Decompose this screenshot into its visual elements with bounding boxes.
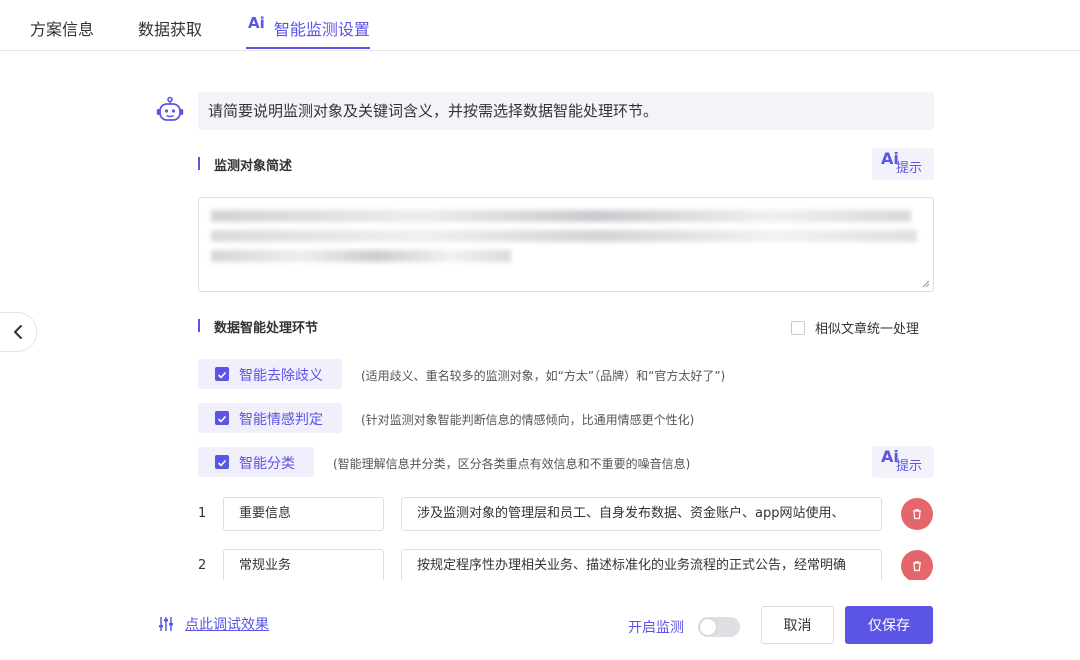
section-title-object: 监测对象简述 <box>214 159 293 174</box>
similar-articles-checkbox[interactable]: 相似文章统一处理 <box>791 318 919 337</box>
check-icon <box>217 371 227 379</box>
option-label: 智能去除歧义 <box>239 368 323 384</box>
resize-grip-icon[interactable] <box>922 280 930 288</box>
option-description: (适用歧义、重名较多的监测对象，如“方太”（品牌）和“官方太好了”) <box>361 369 726 383</box>
tab-plan-info[interactable]: 方案信息 <box>30 16 94 40</box>
category-desc-input[interactable]: 涉及监测对象的管理层和员工、自身发布数据、资金账户、app网站使用、 <box>401 497 882 531</box>
option-disambiguation[interactable]: 智能去除歧义 <box>198 359 342 389</box>
trash-icon <box>913 561 921 572</box>
monitor-label: 开启监测 <box>628 620 684 636</box>
delete-category-button[interactable] <box>901 498 933 530</box>
hint-label: 提示 <box>896 161 923 176</box>
category-name-input[interactable]: 重要信息 <box>223 497 384 531</box>
sliders-icon <box>159 617 173 631</box>
ai-hint-button[interactable]: Ai 提示 <box>872 446 934 478</box>
check-icon <box>217 415 227 423</box>
tab-label: 智能监测设置 <box>273 20 370 39</box>
section-marker <box>198 157 200 170</box>
ai-hint-button[interactable]: Ai 提示 <box>872 148 934 180</box>
tab-data-acquisition[interactable]: 数据获取 <box>138 16 202 40</box>
tab-bar: 方案信息 数据获取 Ai 智能监测设置 <box>0 0 1080 51</box>
redacted-text <box>211 230 917 242</box>
similar-articles-label: 相似文章统一处理 <box>815 322 920 337</box>
save-only-button[interactable]: 仅保存 <box>845 606 933 644</box>
option-label: 智能分类 <box>239 456 295 472</box>
debug-link-label[interactable]: 点此调试效果 <box>185 614 269 634</box>
section-marker <box>198 319 200 332</box>
robot-icon <box>156 96 184 124</box>
category-index: 2 <box>198 558 207 573</box>
trash-icon <box>913 509 921 520</box>
checkbox-checked[interactable] <box>215 411 229 425</box>
ai-icon: Ai <box>248 14 265 32</box>
toggle-knob <box>700 619 716 635</box>
object-description-textarea[interactable] <box>198 197 934 292</box>
option-sentiment[interactable]: 智能情感判定 <box>198 403 342 433</box>
chevron-left-icon <box>14 325 22 339</box>
category-index: 1 <box>198 506 207 521</box>
scroll-mask <box>0 580 1080 594</box>
checkbox[interactable] <box>791 320 805 335</box>
cancel-button[interactable]: 取消 <box>761 606 834 644</box>
back-button[interactable] <box>0 312 37 352</box>
check-icon <box>217 459 227 467</box>
category-name-input[interactable]: 常规业务 <box>223 549 384 583</box>
delete-category-button[interactable] <box>901 550 933 582</box>
category-desc-input[interactable]: 按规定程序性办理相关业务、描述标准化的业务流程的正式公告，经常明确 <box>401 549 882 583</box>
prompt-banner: 请简要说明监测对象及关键词含义，并按需选择数据智能处理环节。 <box>198 92 934 130</box>
option-label: 智能情感判定 <box>239 412 323 428</box>
option-classification[interactable]: 智能分类 <box>198 447 314 477</box>
checkbox-checked[interactable] <box>215 367 229 381</box>
active-tab-underline <box>246 47 370 49</box>
redacted-text <box>211 250 511 262</box>
tab-smart-monitoring-settings[interactable]: Ai 智能监测设置 <box>248 9 370 39</box>
monitor-toggle[interactable] <box>698 617 740 637</box>
section-title-processing: 数据智能处理环节 <box>214 321 319 336</box>
hint-label: 提示 <box>896 459 923 474</box>
option-description: (智能理解信息并分类，区分各类重点有效信息和不重要的噪音信息) <box>333 457 691 471</box>
debug-effect-link[interactable]: 点此调试效果 <box>158 614 269 634</box>
redacted-text <box>211 210 911 222</box>
option-description: (针对监测对象智能判断信息的情感倾向，比通用情感更个性化) <box>361 413 695 427</box>
checkbox-checked[interactable] <box>215 455 229 469</box>
